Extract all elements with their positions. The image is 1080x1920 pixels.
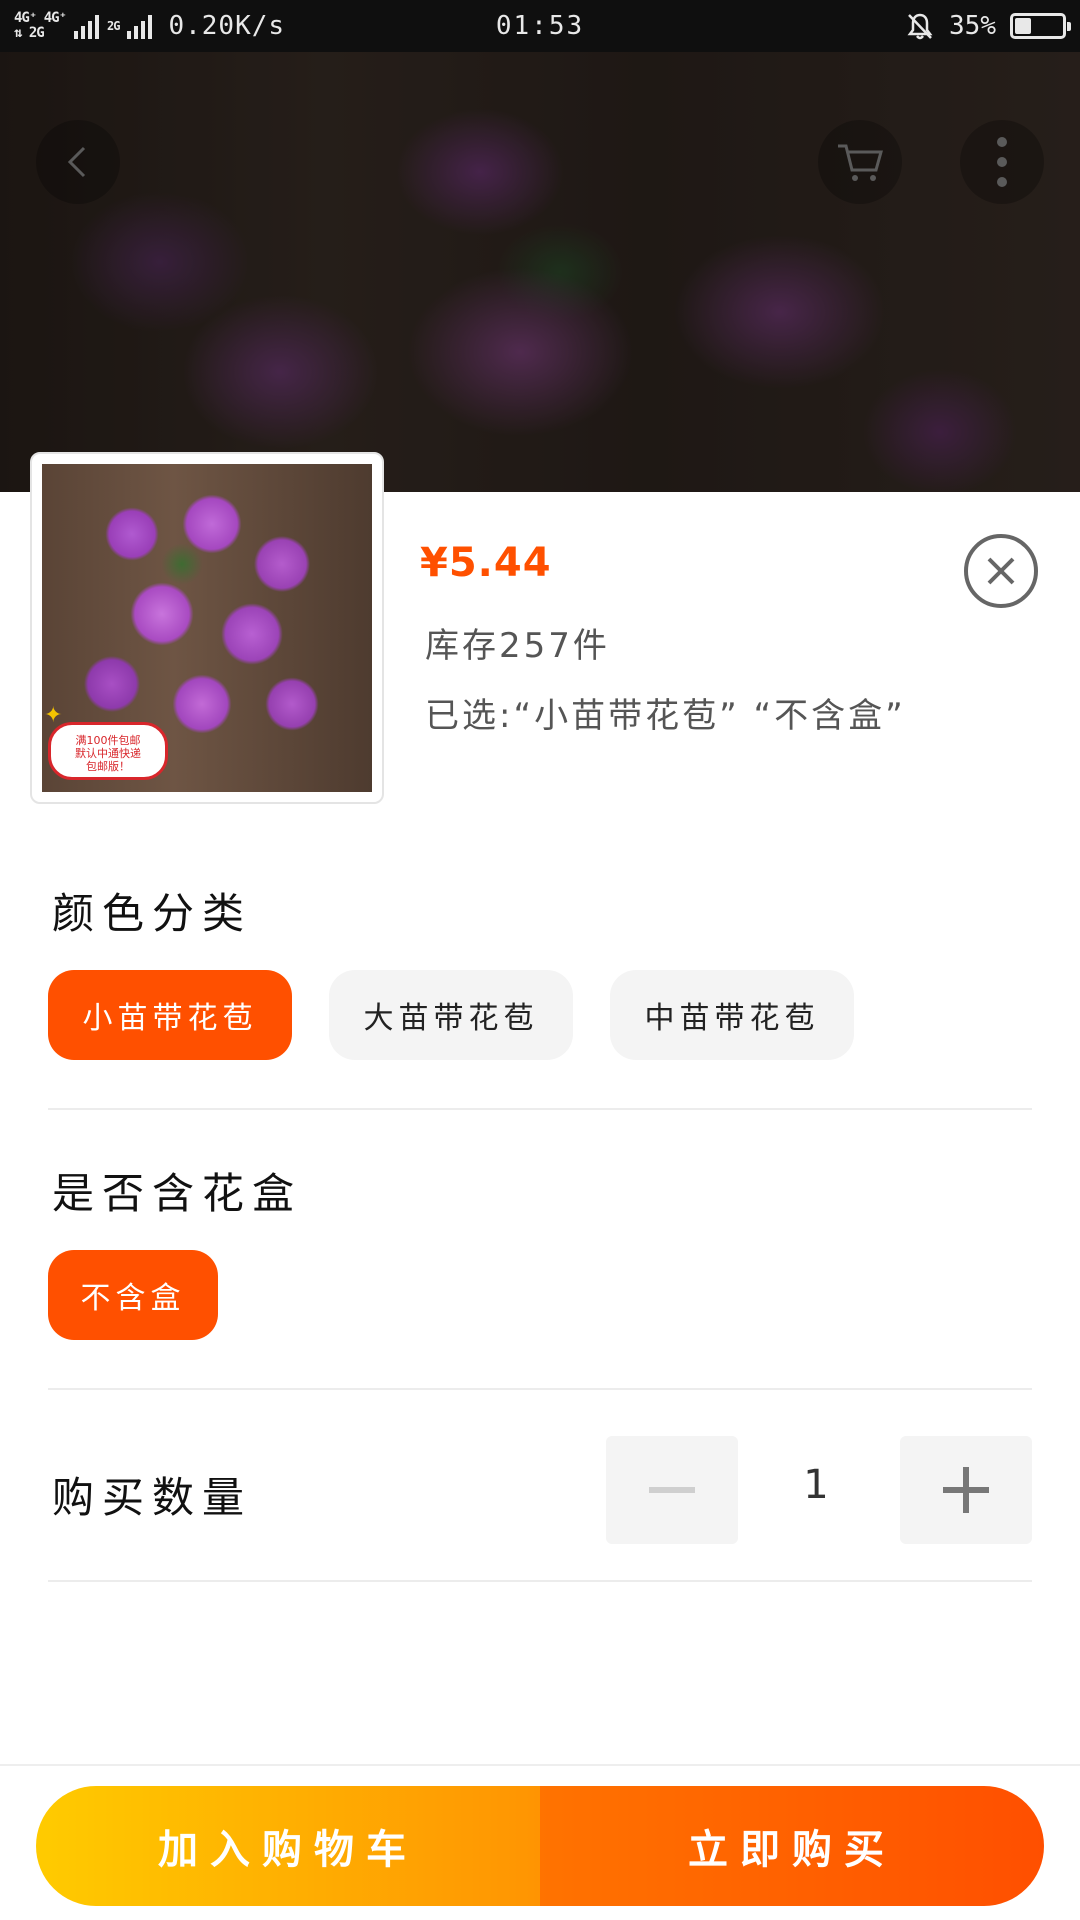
promo-badge-line1: 满100件包邮 [75,734,141,747]
divider [48,1388,1032,1390]
footer-divider [0,1764,1080,1766]
product-thumbnail: ✦ 满100件包邮 默认中通快递 包邮版！ [30,452,384,804]
promo-badge-line3: 包邮版！ [86,760,130,773]
status-right: 35% [905,11,1071,41]
chevron-left-icon [67,146,86,178]
network-type-line2: ⇅ 2G [14,25,45,41]
signal-icon [74,13,100,39]
minus-icon [649,1487,695,1493]
network-type-small: 2G [107,18,120,33]
divider [48,1108,1032,1110]
buy-now-button[interactable]: 立即购买 [540,1786,1044,1906]
quantity-value[interactable]: 1 [740,1462,892,1508]
selected-options: 已选:“小苗带花苞” “不含盒” [425,696,906,736]
promo-badge-line2: 默认中通快递 [75,747,141,760]
option-medium-seedling[interactable]: 中苗带花苞 [610,970,854,1060]
product-price: ¥5.44 [420,540,552,586]
battery-icon [1010,13,1071,39]
signal-icon-secondary [127,13,153,39]
quantity-decrease-button[interactable] [606,1436,738,1544]
cart-button[interactable] [818,120,902,204]
option-no-box[interactable]: 不含盒 [48,1250,218,1340]
quantity-label: 购买数量 [52,1473,253,1522]
status-left: 4G⁺ 4G⁺ ⇅ 2G 2G 0.20K/s [14,10,286,42]
option-small-seedling[interactable]: 小苗带花苞 [48,970,292,1060]
close-button[interactable] [964,534,1038,608]
product-thumbnail-image: ✦ 满100件包邮 默认中通快递 包邮版！ [42,464,372,792]
battery-percent: 35% [949,11,996,41]
divider [48,1580,1032,1582]
bell-muted-icon [907,13,933,40]
network-type: 4G⁺ 4G⁺ ⇅ 2G [14,10,67,41]
color-section-title: 颜色分类 [52,889,253,938]
close-icon [987,557,1015,585]
status-bar: 4G⁺ 4G⁺ ⇅ 2G 2G 0.20K/s 01:53 35% [0,0,1080,52]
back-button[interactable] [36,120,120,204]
network-speed: 0.20K/s [168,11,286,41]
plus-icon [943,1467,989,1513]
more-button[interactable] [960,120,1044,204]
cart-icon [838,144,883,181]
more-vertical-icon [997,137,1007,187]
network-type-line1: 4G⁺ 4G⁺ [14,10,67,26]
box-section-title: 是否含花盒 [52,1169,303,1218]
quantity-increase-button[interactable] [900,1436,1032,1544]
product-hero-image [0,52,1080,492]
option-large-seedling[interactable]: 大苗带花苞 [329,970,573,1060]
battery-level [1015,18,1031,34]
promo-badge: 满100件包邮 默认中通快递 包邮版！ [48,722,168,780]
stock-count: 库存257件 [425,626,610,666]
add-to-cart-button[interactable]: 加入购物车 [36,1786,540,1906]
